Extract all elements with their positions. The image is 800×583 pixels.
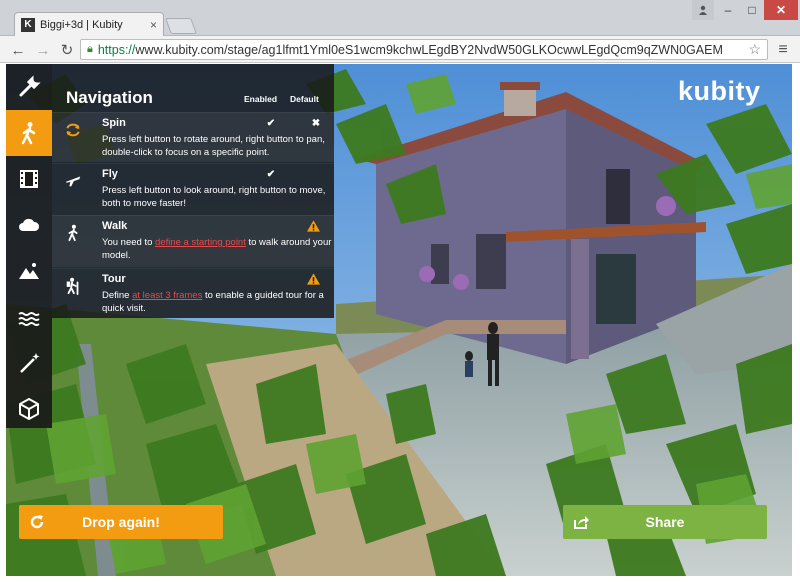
sidebar-item-landscape[interactable] (6, 248, 52, 294)
enabled-checkbox[interactable]: ✔ (265, 169, 277, 181)
panel-title: Navigation (66, 88, 153, 107)
nav-mode-fly[interactable]: Fly ✔ Press left button to look around, … (52, 163, 334, 213)
enabled-checkbox[interactable]: ✔ (265, 118, 277, 130)
minimize-icon[interactable]: – (716, 0, 740, 20)
cloud-icon (19, 218, 40, 231)
mode-description: Define at least 3 frames to enable a gui… (102, 290, 324, 314)
mode-name: Spin (102, 117, 126, 129)
share-label: Share (645, 514, 685, 530)
walker-icon (21, 122, 36, 145)
navigation-panel: Navigation Enabled Default Spin ✔ ✖ Pres… (52, 64, 334, 318)
sidebar-item-navigation[interactable] (6, 110, 52, 156)
warning-icon (307, 220, 320, 232)
share-button[interactable]: Share (563, 505, 767, 539)
mode-description: Press left button to rotate around, righ… (102, 134, 325, 158)
browser-titlebar: K Biggi+3d | Kubity × – □ ✕ (0, 0, 800, 36)
tab-title: Biggi+3d | Kubity (40, 18, 123, 31)
nav-mode-tour[interactable]: Tour Define at least 3 frames to enable … (52, 268, 334, 318)
url-scheme: https:// (97, 42, 136, 57)
share-icon (563, 514, 599, 530)
enabled-column-header: Enabled (244, 94, 278, 104)
wrench-icon (19, 75, 41, 97)
default-checkbox[interactable]: ✖ (310, 118, 322, 130)
address-bar[interactable]: 🔒︎ https://www.kubity.com/stage/ag1lfmt1… (80, 39, 768, 60)
default-column-header: Default (290, 94, 319, 104)
sidebar-item-settings[interactable] (6, 64, 52, 110)
sidebar-item-water[interactable] (6, 294, 52, 340)
reload-icon[interactable]: ↻ (57, 40, 77, 60)
water-icon (18, 312, 40, 326)
nav-mode-spin[interactable]: Spin ✔ ✖ Press left button to rotate aro… (52, 112, 334, 162)
maximize-icon[interactable]: □ (740, 0, 764, 20)
mode-name: Fly (102, 168, 118, 180)
walker-icon (68, 224, 78, 242)
rotate-icon (66, 123, 80, 137)
mode-name: Tour (102, 273, 126, 285)
hiker-icon (66, 277, 79, 295)
window-close-icon[interactable]: ✕ (764, 0, 798, 20)
magic-wand-icon (20, 353, 40, 373)
sidebar-item-effects[interactable] (6, 340, 52, 386)
mode-description: You need to define a starting point to w… (102, 237, 332, 261)
tab-close-icon[interactable]: × (150, 18, 157, 32)
sidebar-item-sky[interactable] (6, 202, 52, 248)
drop-again-button[interactable]: Drop again! (19, 505, 223, 539)
lock-icon: 🔒︎ (87, 43, 93, 55)
forward-arrow-icon[interactable]: → (33, 40, 53, 60)
browser-tab[interactable]: K Biggi+3d | Kubity × (14, 12, 164, 36)
browser-toolbar: ← → ↻ 🔒︎ https://www.kubity.com/stage/ag… (0, 36, 800, 63)
3d-viewport[interactable]: kubity Navigation Enabled Default Spin ✔… (6, 64, 792, 576)
drop-again-label: Drop again! (82, 514, 160, 530)
profile-icon[interactable] (692, 0, 714, 20)
mountain-icon (19, 263, 39, 279)
define-starting-point-link[interactable]: define a starting point (155, 237, 246, 248)
plane-icon (65, 176, 81, 187)
tool-sidebar (6, 64, 52, 428)
film-icon (20, 170, 38, 188)
sidebar-item-object[interactable] (6, 386, 52, 432)
kubity-favicon-icon: K (21, 17, 35, 32)
define-frames-link[interactable]: at least 3 frames (132, 290, 202, 301)
back-arrow-icon[interactable]: ← (8, 40, 28, 60)
mode-name: Walk (102, 220, 128, 232)
kubity-logo: kubity (678, 76, 761, 106)
bookmark-star-icon[interactable]: ☆ (748, 41, 761, 58)
sidebar-item-film[interactable] (6, 156, 52, 202)
browser-menu-icon[interactable]: ≡ (774, 40, 792, 60)
warning-icon (307, 273, 320, 285)
cube-icon (19, 398, 39, 420)
mode-description: Press left button to look around, right … (102, 185, 326, 209)
refresh-icon (19, 514, 55, 530)
url-text: www.kubity.com/stage/ag1lfmt1Yml0eS1wcm9… (135, 42, 723, 57)
nav-mode-walk[interactable]: Walk You need to define a starting point… (52, 215, 334, 267)
new-tab-button[interactable] (165, 18, 197, 34)
